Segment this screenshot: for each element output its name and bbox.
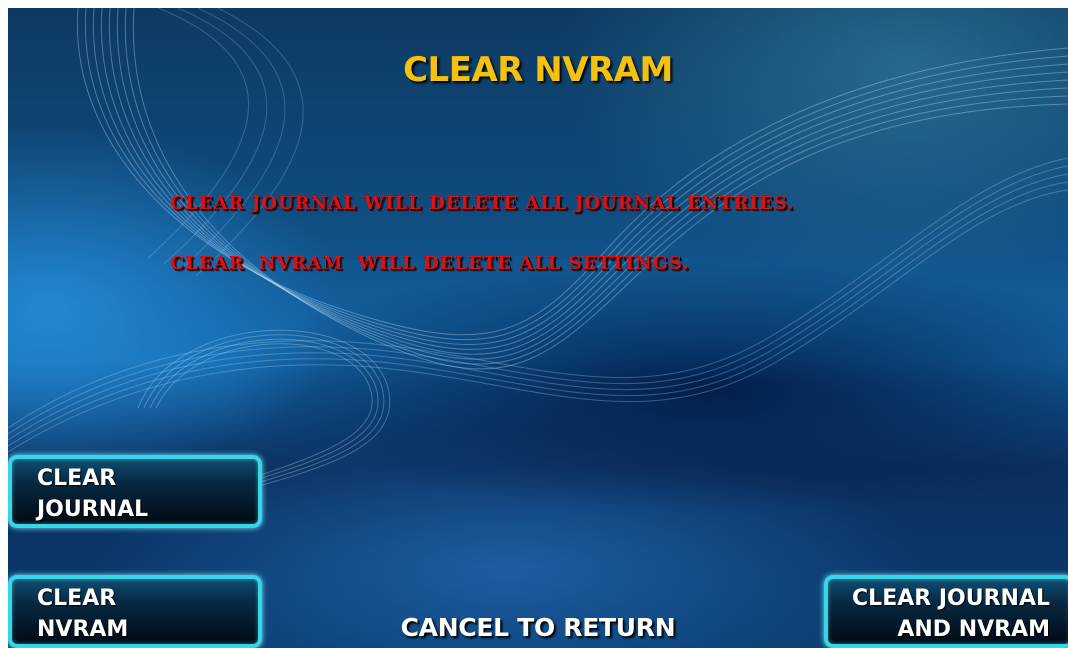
clear-journal-and-nvram-button-line2: AND NVRAM xyxy=(897,617,1050,642)
clear-journal-button[interactable]: CLEAR JOURNAL xyxy=(8,455,262,528)
clear-journal-and-nvram-button-line1: CLEAR JOURNAL xyxy=(852,586,1050,611)
clear-journal-and-nvram-button[interactable]: CLEAR JOURNAL AND NVRAM xyxy=(824,575,1068,648)
warning-message-nvram: CLEAR NVRAM WILL DELETE ALL SETTINGS. xyxy=(170,253,690,274)
page-title: CLEAR NVRAM xyxy=(403,50,673,90)
warning-message-journal: CLEAR JOURNAL WILL DELETE ALL JOURNAL EN… xyxy=(170,193,795,214)
cancel-instruction: CANCEL TO RETURN xyxy=(400,613,676,642)
clear-journal-button-line1: CLEAR xyxy=(37,466,117,491)
atm-screen: CLEAR NVRAM CLEAR JOURNAL WILL DELETE AL… xyxy=(8,8,1068,648)
clear-nvram-button-line1: CLEAR xyxy=(37,586,117,611)
clear-nvram-button[interactable]: CLEAR NVRAM xyxy=(8,575,262,648)
clear-journal-button-line2: JOURNAL xyxy=(37,497,149,522)
clear-nvram-button-line2: NVRAM xyxy=(37,617,129,642)
background-wave-art xyxy=(8,8,1068,529)
